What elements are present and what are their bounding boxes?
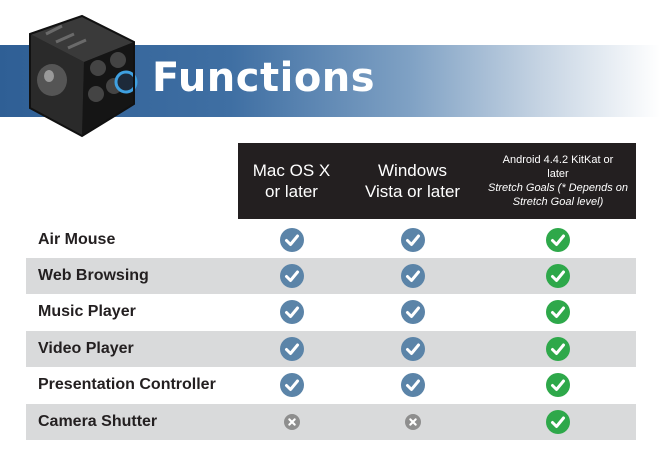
feature-label: Music Player	[38, 303, 136, 320]
checkmark-circle-icon	[400, 337, 425, 361]
android-support-cell	[480, 294, 636, 330]
column-header-windows: Windows Vista or later	[345, 143, 480, 219]
mac-support-cell	[238, 222, 345, 258]
x-circle-icon	[283, 414, 300, 430]
mac-support-cell	[238, 258, 345, 294]
android-support-cell	[480, 258, 636, 294]
feature-label: Air Mouse	[38, 231, 116, 248]
feature-label: Video Player	[38, 340, 134, 357]
windows-support-cell	[345, 331, 480, 367]
mac-support-cell	[238, 294, 345, 330]
feature-label: Camera Shutter	[38, 413, 158, 430]
checkmark-circle-icon	[279, 337, 304, 361]
windows-header-line1: Windows	[378, 161, 447, 180]
mac-header-line2: or later	[265, 182, 318, 201]
checkmark-circle-icon	[546, 373, 570, 397]
android-header-note: Stretch Goals (* Depends on Stretch Goal…	[487, 182, 629, 208]
checkmark-circle-icon	[546, 410, 570, 434]
mac-support-cell	[238, 404, 345, 440]
table-row: Camera Shutter	[26, 404, 636, 440]
table-row: Presentation Controller	[26, 367, 636, 403]
checkmark-circle-icon	[546, 337, 570, 361]
android-header-line2: later	[547, 168, 569, 180]
table-row: Web Browsing	[26, 258, 636, 294]
checkmark-circle-icon	[279, 373, 304, 397]
fidget-cube-logo-icon	[29, 14, 138, 138]
windows-support-cell	[345, 258, 480, 294]
checkmark-circle-icon	[400, 264, 425, 288]
windows-header-line2: Vista or later	[364, 182, 461, 201]
table-row: Music Player	[26, 294, 636, 330]
table-row: Video Player	[26, 331, 636, 367]
checkmark-circle-icon	[279, 264, 304, 288]
android-support-cell	[480, 331, 636, 367]
column-header-android: Android 4.4.2 KitKat or later Stretch Go…	[480, 143, 636, 219]
mac-support-cell	[238, 367, 345, 403]
android-header-line1: Android 4.4.2 KitKat or	[502, 154, 614, 166]
mac-header-line1: Mac OS X	[252, 161, 331, 180]
x-circle-icon	[404, 414, 421, 430]
checkmark-circle-icon	[400, 373, 425, 397]
windows-support-cell	[345, 222, 480, 258]
checkmark-circle-icon	[546, 300, 570, 324]
table-row: Air Mouse	[26, 222, 636, 258]
mac-support-cell	[238, 331, 345, 367]
windows-support-cell	[345, 367, 480, 403]
checkmark-circle-icon	[279, 300, 304, 324]
feature-label: Presentation Controller	[38, 376, 216, 393]
checkmark-circle-icon	[546, 264, 570, 288]
page-title: Functions	[152, 55, 376, 101]
checkmark-circle-icon	[400, 300, 425, 324]
android-support-cell	[480, 367, 636, 403]
checkmark-circle-icon	[279, 228, 304, 252]
windows-support-cell	[345, 294, 480, 330]
checkmark-circle-icon	[400, 228, 425, 252]
checkmark-circle-icon	[546, 228, 570, 252]
android-support-cell	[480, 222, 636, 258]
android-support-cell	[480, 404, 636, 440]
feature-label: Web Browsing	[38, 267, 149, 284]
column-header-mac: Mac OS X or later	[238, 143, 345, 219]
windows-support-cell	[345, 404, 480, 440]
